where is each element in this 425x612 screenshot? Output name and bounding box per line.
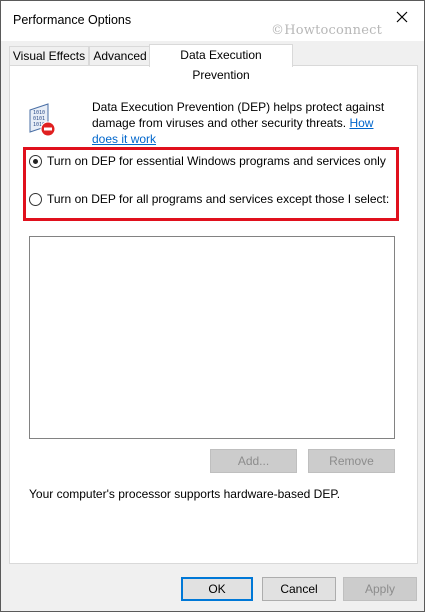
tab-label: Data Execution Prevention: [180, 48, 262, 82]
dep-panel: 1010 0101 1010 Data Execution Prevention…: [9, 65, 418, 564]
tab-visual-effects[interactable]: Visual Effects: [9, 46, 89, 66]
dep-description-block: Data Execution Prevention (DEP) helps pr…: [92, 99, 397, 147]
radio-essential-programs[interactable]: Turn on DEP for essential Windows progra…: [29, 154, 386, 168]
title-bar: Performance Options ©Howtoconnect: [1, 1, 424, 41]
cancel-button[interactable]: Cancel: [262, 577, 336, 601]
tab-label: Visual Effects: [12, 49, 86, 63]
radio-all-programs[interactable]: Turn on DEP for all programs and service…: [29, 192, 389, 206]
cancel-label: Cancel: [280, 582, 318, 596]
remove-label: Remove: [329, 454, 374, 468]
exceptions-listbox[interactable]: [29, 236, 395, 439]
close-icon: [396, 11, 408, 23]
performance-options-window: Performance Options ©Howtoconnect Visual…: [0, 0, 425, 612]
remove-button[interactable]: Remove: [308, 449, 395, 473]
radio-button-selected[interactable]: [29, 154, 42, 168]
apply-label: Apply: [364, 582, 396, 596]
add-label: Add...: [237, 454, 270, 468]
ok-label: OK: [208, 582, 226, 596]
ok-button[interactable]: OK: [181, 577, 253, 601]
radio-button[interactable]: [29, 192, 42, 206]
window-title: Performance Options: [13, 13, 132, 27]
tab-label: Advanced: [93, 49, 147, 63]
tab-advanced[interactable]: Advanced: [89, 46, 151, 66]
close-button[interactable]: [380, 1, 424, 33]
dep-shield-icon: 1010 0101 1010: [29, 103, 56, 137]
add-button[interactable]: Add...: [210, 449, 297, 473]
apply-button[interactable]: Apply: [343, 577, 417, 601]
hardware-support-text: Your computer's processor supports hardw…: [29, 487, 341, 501]
tab-data-execution-prevention[interactable]: Data Execution Prevention: [149, 44, 293, 82]
watermark: ©Howtoconnect: [271, 23, 382, 38]
dep-description: Data Execution Prevention (DEP) helps pr…: [92, 100, 385, 130]
radio-label: Turn on DEP for all programs and service…: [47, 192, 390, 206]
radio-label: Turn on DEP for essential Windows progra…: [47, 154, 386, 168]
